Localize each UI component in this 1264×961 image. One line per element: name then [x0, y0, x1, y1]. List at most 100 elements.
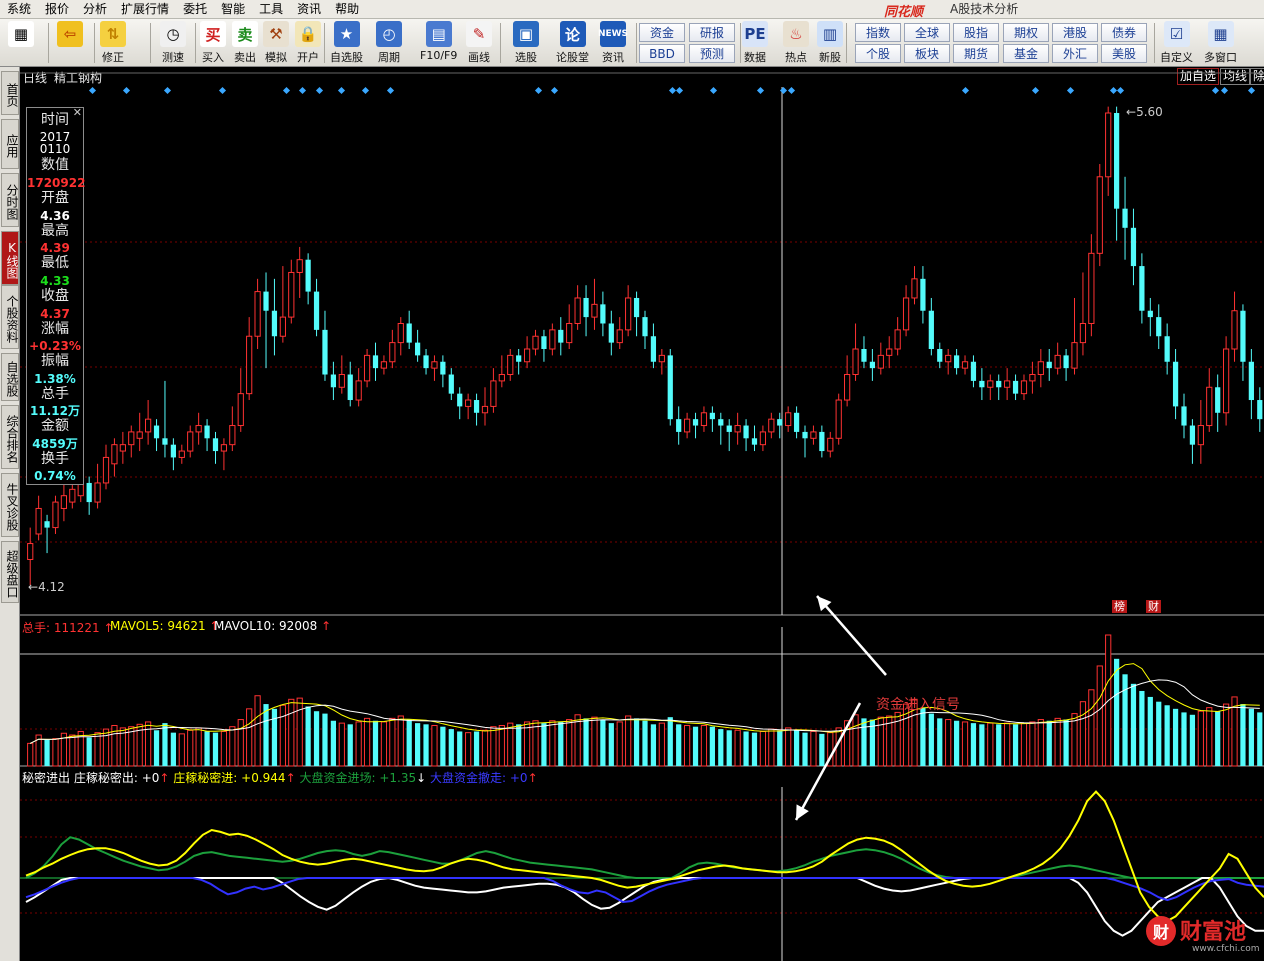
volume-bar: [979, 724, 985, 766]
volume-bar: [642, 720, 648, 766]
volume-bar: [178, 733, 185, 767]
volume-bar: [271, 708, 278, 766]
left-tab-6[interactable]: 综合排名: [1, 405, 19, 469]
menu-item-0[interactable]: 系统: [0, 0, 38, 19]
menu-item-2[interactable]: 分析: [76, 0, 114, 19]
volume-bar: [263, 704, 269, 766]
volume-bar: [819, 733, 825, 766]
signal-diamond-icon: [787, 86, 796, 95]
toolbar-small-button-1[interactable]: BBD: [639, 44, 685, 63]
toolbar-small-button-3[interactable]: 预测: [689, 44, 735, 63]
menu-item-4[interactable]: 委托: [176, 0, 214, 19]
toolbar-button-6[interactable]: ⚒ 模拟: [263, 21, 289, 65]
mavol5-legend-text: MAVOL5: 94621: [110, 619, 206, 633]
candle-body: [229, 425, 236, 446]
menu-item-8[interactable]: 帮助: [328, 0, 366, 19]
toolbar-small-button-10[interactable]: 期权: [1003, 23, 1049, 42]
volume-bar: [279, 704, 286, 767]
volume-bar: [937, 718, 943, 766]
up-arrow-icon: ↑: [527, 771, 538, 785]
toolbar-small-button-15[interactable]: 美股: [1101, 44, 1147, 63]
toolbar-button-11[interactable]: ✎ 画线: [466, 21, 492, 65]
volume-bar: [1206, 707, 1213, 767]
left-tab-5[interactable]: 自选股: [1, 353, 19, 401]
rank-tag[interactable]: 榜: [1112, 600, 1127, 613]
signal-diamond-icon: [1116, 86, 1125, 95]
candle-body: [886, 348, 893, 356]
indicator-name[interactable]: 秘密进出: [22, 771, 70, 785]
volume-bar: [1172, 708, 1179, 766]
toolbar-icon-button-0[interactable]: ▦: [8, 21, 34, 65]
volume-bar: [541, 723, 547, 766]
toolbar-button-3[interactable]: ◷ 测速: [160, 21, 186, 65]
menu-item-3[interactable]: 扩展行情: [114, 0, 176, 19]
volume-bar: [473, 731, 480, 766]
left-tab-4[interactable]: 个股资料: [1, 285, 19, 349]
toolbar-button-15[interactable]: PE 数据: [742, 21, 768, 65]
toolbar-small-button-13[interactable]: 外汇: [1052, 44, 1098, 63]
toolbar-button-9[interactable]: ◴ 周期: [376, 21, 402, 65]
left-tab-7[interactable]: 牛叉诊股: [1, 473, 19, 537]
toolbar-button-12[interactable]: ▣ 选股: [513, 21, 539, 65]
left-tab-0[interactable]: 首页: [1, 71, 19, 115]
kline-chart[interactable]: [20, 67, 1264, 961]
toolbar-button-label: 模拟: [265, 51, 287, 64]
candle-body: [271, 310, 278, 337]
toolbar-button-14[interactable]: NEWS 资讯: [598, 21, 628, 65]
candle-body: [877, 354, 884, 369]
toolbar-small-button-0[interactable]: 资金: [639, 23, 685, 42]
toolbar-button-7[interactable]: 🔒 开户: [295, 21, 321, 65]
menu-item-6[interactable]: 工具: [252, 0, 290, 19]
info-change-label: 涨幅: [41, 321, 69, 337]
toolbar-small-button-7[interactable]: 板块: [904, 44, 950, 63]
signal-diamond-icon: [282, 86, 291, 95]
toolbar-small-button-14[interactable]: 债券: [1101, 23, 1147, 42]
candle-body: [507, 354, 514, 376]
menu-item-1[interactable]: 报价: [38, 0, 76, 19]
toolbar-button-17[interactable]: ▥ 新股: [817, 21, 843, 65]
info-vol-label: 总手: [41, 386, 69, 402]
menu-item-5[interactable]: 智能: [214, 0, 252, 19]
signal-diamond-icon: [675, 86, 684, 95]
finance-tag[interactable]: 财: [1146, 600, 1161, 613]
left-tab-3[interactable]: K线图: [1, 231, 19, 285]
candle-body: [1164, 336, 1170, 362]
toolbar-small-button-6[interactable]: 全球: [904, 23, 950, 42]
toolbar-button-18[interactable]: ☑ 自定义: [1160, 21, 1193, 65]
toolbar-small-button-9[interactable]: 期货: [953, 44, 999, 63]
toolbar-button-10[interactable]: ▤ F10/F9: [420, 21, 457, 65]
candle-body: [288, 271, 295, 318]
volume-bar: [187, 729, 194, 767]
volume-bar: [945, 719, 952, 767]
toolbar-button-13[interactable]: 论论股堂: [556, 21, 589, 65]
signal-diamond-icon: [88, 86, 97, 95]
signal-diamond-icon: [668, 86, 677, 95]
volume-bar: [516, 724, 522, 766]
up-arrow-icon: ↑: [321, 619, 332, 633]
candle-body: [970, 361, 977, 381]
up-down-arrows-icon: ⇅: [100, 21, 126, 47]
toolbar-button-19[interactable]: ▦ 多窗口: [1204, 21, 1237, 65]
toolbar-button-4[interactable]: 买买入: [200, 21, 226, 65]
left-tab-2[interactable]: 分时图: [1, 173, 19, 227]
toolbar-small-button-12[interactable]: 港股: [1052, 23, 1098, 42]
left-tab-8[interactable]: 超级盘口: [1, 541, 19, 603]
toolbar-button-5[interactable]: 卖卖出: [232, 21, 258, 65]
candle-body: [768, 418, 775, 433]
toolbar-small-button-2[interactable]: 研报: [689, 23, 735, 42]
volume-bar: [44, 739, 50, 766]
toolbar-small-button-5[interactable]: 个股: [855, 44, 901, 63]
toolbar-small-button-11[interactable]: 基金: [1003, 44, 1049, 63]
volume-bar: [566, 719, 573, 767]
menu-item-7[interactable]: 资讯: [290, 0, 328, 19]
toolbar-small-button-8[interactable]: 股指: [953, 23, 999, 42]
candle-body: [574, 297, 581, 324]
toolbar-separator: [1154, 23, 1155, 63]
toolbar-icon-button-1[interactable]: ⇦: [57, 21, 83, 65]
candle-body: [961, 361, 969, 369]
toolbar-button-2[interactable]: ⇅ 修正: [100, 21, 126, 65]
left-tab-1[interactable]: 应用: [1, 119, 19, 169]
toolbar-button-16[interactable]: ♨ 热点: [783, 21, 809, 65]
toolbar-button-8[interactable]: ★ 自选股: [330, 21, 363, 65]
toolbar-small-button-4[interactable]: 指数: [855, 23, 901, 42]
